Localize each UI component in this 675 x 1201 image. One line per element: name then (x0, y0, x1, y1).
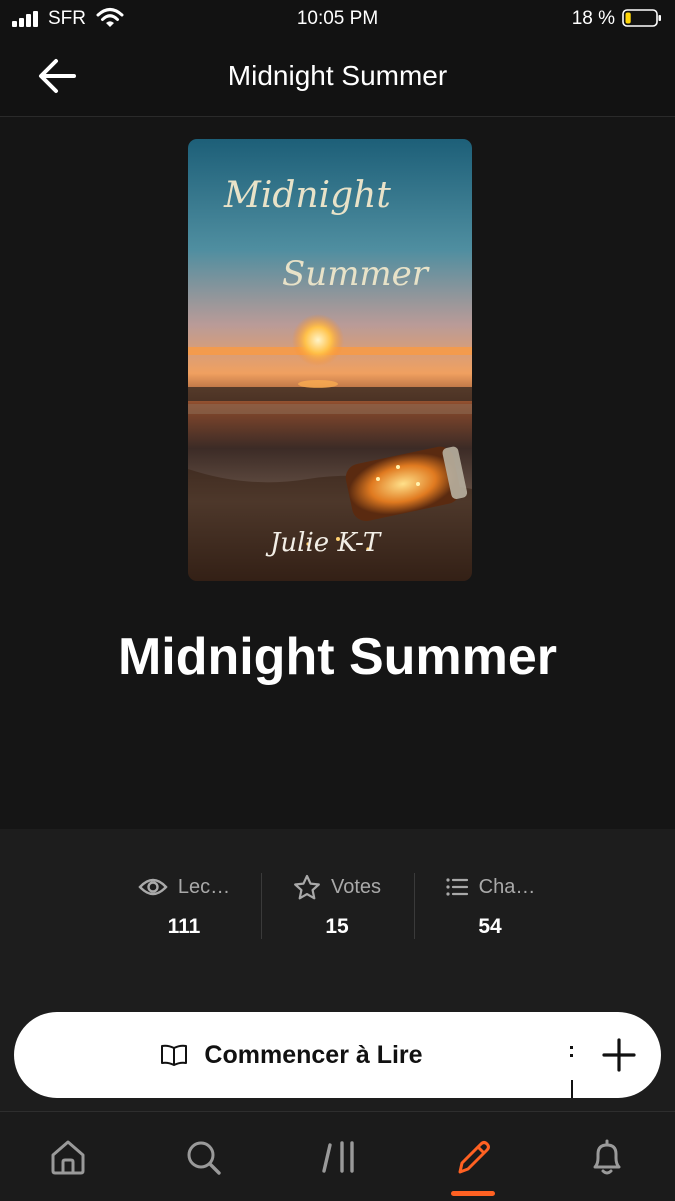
tab-search[interactable] (178, 1132, 228, 1182)
cover-title-line1: Midnight (223, 175, 391, 216)
active-tab-indicator (451, 1191, 495, 1196)
stat-value: 54 (478, 915, 502, 938)
book-cover[interactable]: Midnight Summer Julie K-T (188, 139, 472, 581)
battery-icon (622, 9, 661, 27)
battery-percent: 18 % (571, 8, 615, 29)
cover-author-signature: Julie K-T (265, 528, 382, 558)
tab-home[interactable] (43, 1132, 93, 1182)
tab-notifications[interactable] (582, 1132, 632, 1182)
stat-chapters: Cha… 54 (415, 869, 565, 949)
start-reading-label: Commencer à Lire (204, 1040, 423, 1069)
stat-value: 111 (167, 915, 201, 938)
battery-level (625, 12, 631, 24)
plus-icon[interactable] (596, 1032, 642, 1078)
page-title: Midnight Summer (227, 60, 448, 91)
start-reading-button[interactable]: Commencer à Lire (14, 1012, 569, 1098)
home-icon (51, 1140, 85, 1175)
cover-title-line2: Summer (282, 254, 430, 294)
list-icon (446, 878, 468, 896)
story-header: Midnight Summer Julie K-T Midnight Summe… (0, 117, 675, 829)
action-bar: Commencer à Lire (14, 1012, 661, 1098)
stat-reads: Lec… 111 (109, 869, 259, 949)
more-options-icon[interactable] (570, 1046, 573, 1049)
top-nav-bar: Midnight Summer (0, 38, 675, 117)
scroll-indicator (571, 1080, 573, 1098)
open-book-icon (161, 1044, 188, 1066)
bottom-tab-bar (0, 1111, 675, 1201)
stat-votes: Votes 15 (262, 869, 412, 949)
write-icon (458, 1141, 490, 1174)
bell-icon (593, 1139, 621, 1175)
tab-library[interactable] (315, 1132, 365, 1182)
story-title: Midnight Summer (117, 628, 558, 686)
eye-icon (138, 878, 168, 896)
search-icon (187, 1141, 221, 1175)
stat-label: Votes (330, 875, 382, 898)
star-icon (294, 874, 320, 899)
library-icon (322, 1141, 354, 1173)
stat-value: 15 (325, 915, 349, 938)
stat-label: Lec… (177, 875, 231, 898)
tab-write[interactable] (448, 1132, 498, 1182)
stat-label: Cha… (478, 875, 536, 898)
status-bar: SFR 10:05 PM 18 % (0, 0, 675, 38)
